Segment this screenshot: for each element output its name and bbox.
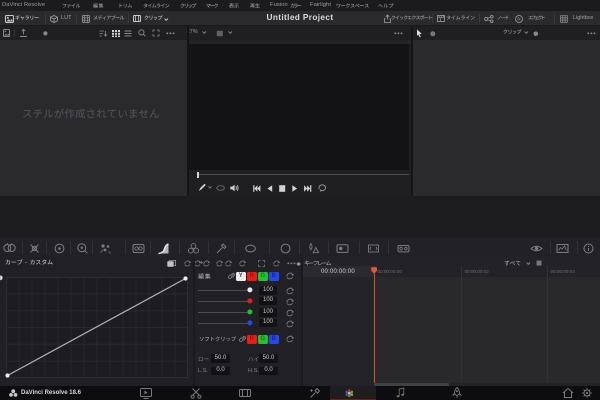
svg-text:fx: fx (517, 16, 521, 21)
